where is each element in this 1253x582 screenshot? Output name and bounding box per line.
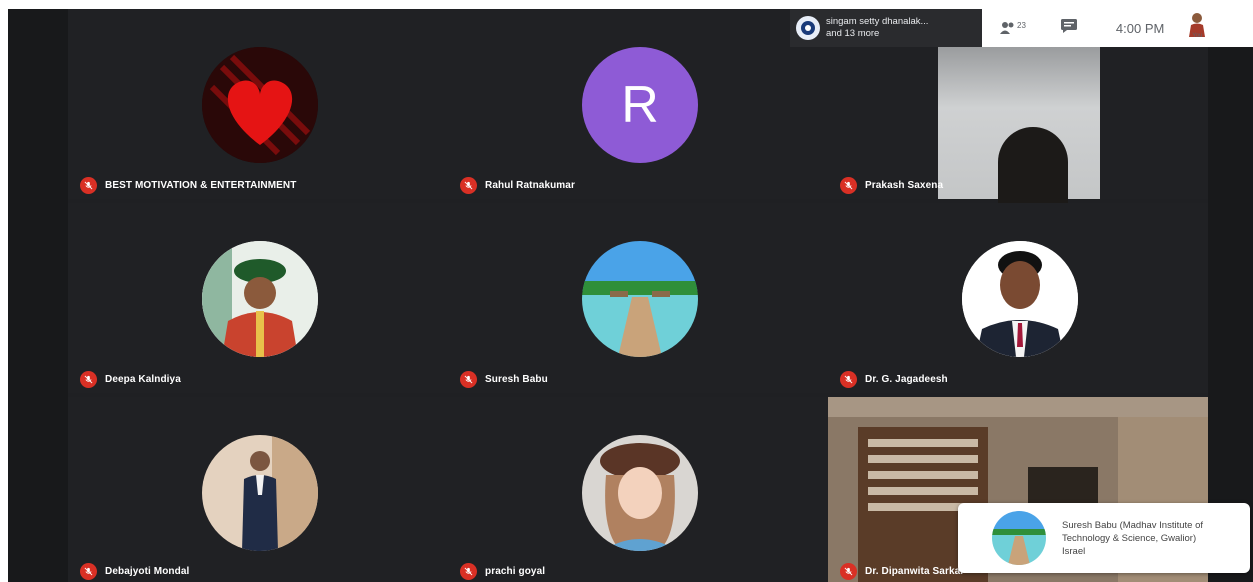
person-silhouette bbox=[998, 127, 1068, 207]
mic-off-icon bbox=[840, 563, 857, 580]
beach-photo-avatar bbox=[582, 241, 698, 357]
participant-name: Dr. Dipanwita Sarkar bbox=[865, 566, 965, 577]
mic-off-icon bbox=[460, 371, 477, 388]
uniform-photo-avatar bbox=[202, 241, 318, 357]
participant-count: 23 bbox=[1017, 21, 1026, 30]
suit-photo-avatar bbox=[202, 435, 318, 551]
participant-tile[interactable]: Dr. G. Jagadeesh bbox=[828, 203, 1208, 393]
self-view[interactable]: You bbox=[1184, 11, 1210, 45]
join-notification[interactable]: singam setty dhanalak... and 13 more bbox=[790, 9, 982, 47]
mic-off-icon bbox=[80, 563, 97, 580]
mic-off-icon bbox=[840, 177, 857, 194]
right-margin bbox=[1208, 9, 1253, 582]
people-icon[interactable]: 23 bbox=[1000, 21, 1026, 35]
meet-logo-icon bbox=[796, 16, 820, 40]
notification-line-2: and 13 more bbox=[826, 28, 880, 39]
meeting-topbar: 23 4:00 PM You bbox=[982, 9, 1253, 47]
participant-name: Rahul Ratnakumar bbox=[485, 180, 575, 191]
participant-name-row: Debajyoti Mondal bbox=[80, 563, 189, 580]
participant-name-row: Rahul Ratnakumar bbox=[460, 177, 575, 194]
participant-name: Deepa Kalndiya bbox=[105, 374, 181, 385]
girl-photo-avatar bbox=[582, 435, 698, 551]
participant-tile[interactable]: Deepa Kalndiya bbox=[68, 203, 448, 393]
portrait-photo-avatar bbox=[962, 241, 1078, 357]
mic-off-icon bbox=[840, 371, 857, 388]
notification-text: singam setty dhanalak... and 13 more bbox=[826, 16, 928, 40]
participant-name-row: Prakash Saxena bbox=[840, 177, 943, 194]
participant-name: Prakash Saxena bbox=[865, 180, 944, 191]
left-margin bbox=[8, 9, 68, 582]
participant-name-row: prachi goyal bbox=[460, 563, 545, 580]
self-label: You bbox=[1192, 33, 1203, 39]
participant-name: Debajyoti Mondal bbox=[105, 566, 190, 577]
mic-off-icon bbox=[460, 177, 477, 194]
participant-tile[interactable]: BEST MOTIVATION & ENTERTAINMENT bbox=[68, 9, 448, 199]
participant-tile[interactable]: Debajyoti Mondal bbox=[68, 397, 448, 582]
meeting-grid: BEST MOTIVATION & ENTERTAINMENT R Rahul … bbox=[8, 9, 1253, 582]
participant-name-row: Dr. Dipanwita Sarkar bbox=[840, 563, 964, 580]
presenter-card[interactable]: Suresh Babu (Madhav Institute of Technol… bbox=[958, 503, 1250, 573]
clock-time: 4:00 PM bbox=[1115, 20, 1165, 36]
video-feed bbox=[938, 47, 1100, 207]
participant-tile[interactable]: prachi goyal bbox=[448, 397, 828, 582]
participant-name: Dr. G. Jagadeesh bbox=[865, 374, 948, 385]
avatar-initial: R bbox=[621, 76, 659, 134]
participant-name: prachi goyal bbox=[485, 566, 546, 577]
chat-icon[interactable] bbox=[1060, 18, 1078, 39]
presenter-avatar bbox=[992, 511, 1046, 565]
participant-name: Suresh Babu bbox=[485, 374, 548, 385]
participant-name-row: Deepa Kalndiya bbox=[80, 371, 181, 388]
red-heart-avatar bbox=[202, 47, 318, 163]
participant-tile[interactable]: Suresh Babu bbox=[448, 203, 828, 393]
participant-tile[interactable]: R Rahul Ratnakumar bbox=[448, 9, 828, 199]
mic-off-icon bbox=[80, 177, 97, 194]
participant-name: BEST MOTIVATION & ENTERTAINMENT bbox=[105, 180, 297, 191]
letter-avatar: R bbox=[582, 47, 698, 163]
presenter-name: Suresh Babu (Madhav Institute of Technol… bbox=[1062, 519, 1203, 557]
mic-off-icon bbox=[80, 371, 97, 388]
notification-line-1: singam setty dhanalak... bbox=[826, 16, 929, 27]
participant-name-row: Dr. G. Jagadeesh bbox=[840, 371, 948, 388]
participant-name-row: BEST MOTIVATION & ENTERTAINMENT bbox=[80, 177, 296, 194]
participant-name-row: Suresh Babu bbox=[460, 371, 548, 388]
mic-off-icon bbox=[460, 563, 477, 580]
